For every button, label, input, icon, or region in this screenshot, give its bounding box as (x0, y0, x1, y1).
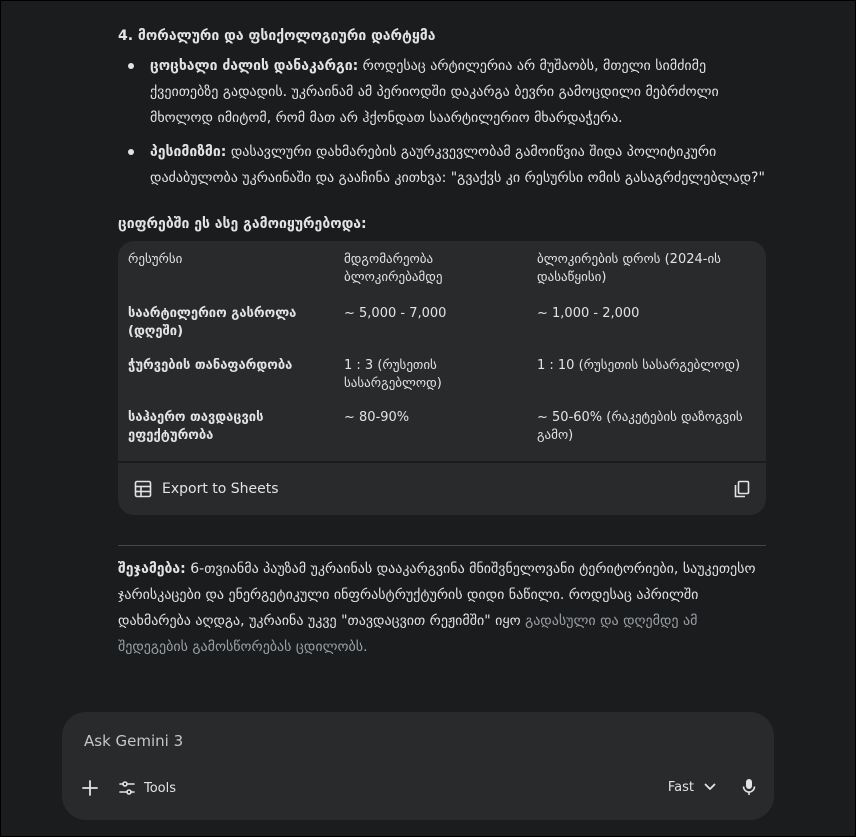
section-heading: 4. მორალური და ფსიქოლოგიური დარტყმა (118, 28, 436, 44)
table-footer: Export to Sheets (118, 461, 766, 515)
table-cell: ~ 5,000 - 7,000 (344, 306, 447, 321)
data-table: რესურსი მდგომარეობა ბლოკირებამდე ბლოკირე… (118, 245, 766, 457)
row-header-cell: საჰაერო თავდაცვის ეფექტურობა (128, 410, 264, 443)
prompt-input[interactable]: Ask Gemini 3 (84, 732, 183, 750)
export-label: Export to Sheets (162, 481, 279, 497)
list-item: ცოცხალი ძალის დანაკარგი: როდესაც არტილერ… (118, 53, 766, 131)
table-header-row: რესურსი მდგომარეობა ბლოკირებამდე ბლოკირე… (118, 245, 766, 301)
table-cell: 1 : 3 (რუსეთის სასარგებლოდ) (344, 358, 442, 391)
table-row: საჰაერო თავდაცვის ეფექტურობა ~ 80-90% ~ … (118, 405, 766, 457)
mode-label: Fast (667, 779, 694, 795)
sheets-table-icon (134, 480, 152, 498)
table-row: ჭურვების თანაფარდობა 1 : 3 (რუსეთის სასა… (118, 353, 766, 405)
composer-left-controls: Tools (80, 778, 176, 798)
export-to-sheets-button[interactable]: Export to Sheets (134, 480, 279, 498)
copy-table-button[interactable] (734, 480, 750, 498)
summary-paragraph: შეჯამება: 6-თვიანმა პაუზამ უკრაინას დააკ… (118, 556, 766, 660)
column-header: ბლოკირების დროს (2024-ის დასაწყისი) (537, 252, 721, 285)
list-item: პესიმიზმი: დასავლური დახმარების გაურკვევ… (118, 139, 766, 191)
bullet-list: ცოცხალი ძალის დანაკარგი: როდესაც არტილერ… (118, 53, 766, 191)
row-header-cell: საარტილერიო გასროლა (დღეში) (128, 306, 297, 339)
table-cell: 1 : 10 (რუსეთის სასარგებლოდ) (537, 358, 741, 373)
chat-window: 4. მორალური და ფსიქოლოგიური დარტყმა ცოცხ… (0, 0, 856, 837)
add-button[interactable] (80, 778, 100, 798)
column-header: მდგომარეობა ბლოკირებამდე (344, 252, 443, 285)
response-content: 4. მორალური და ფსიქოლოგიური დარტყმა ცოცხ… (118, 25, 766, 660)
row-header-cell: ჭურვების თანაფარდობა (128, 358, 293, 373)
copy-icon (734, 480, 750, 498)
tune-icon (118, 780, 136, 796)
bullet-dot (128, 63, 134, 69)
divider (118, 545, 766, 546)
microphone-icon (742, 778, 756, 796)
bullet-title: ცოცხალი ძალის დანაკარგი: (150, 58, 359, 74)
column-header: რესურსი (128, 252, 183, 267)
bullet-title: პესიმიზმი: (150, 144, 227, 160)
plus-icon (80, 778, 100, 798)
table-cell: ~ 1,000 - 2,000 (537, 306, 640, 321)
table-row: საარტილერიო გასროლა (დღეში) ~ 5,000 - 7,… (118, 301, 766, 353)
tools-label: Tools (144, 780, 177, 796)
bullet-dot (128, 149, 134, 155)
table-cell: ~ 80-90% (344, 410, 410, 425)
bullet-text: დასავლური დახმარების გაურკვევლობამ გამოი… (150, 144, 765, 186)
microphone-button[interactable] (742, 778, 756, 796)
tools-button[interactable]: Tools (118, 780, 176, 796)
chevron-down-icon (704, 783, 716, 791)
prompt-composer: Ask Gemini 3 Tools Fast (62, 712, 774, 820)
summary-title: შეჯამება: (118, 561, 186, 577)
composer-right-controls: Fast (668, 778, 756, 796)
table-cell: ~ 50-60% (რაკეტების დაზოგვის გამო) (537, 410, 743, 443)
table-heading: ციფრებში ეს ასე გამოიყურებოდა: (118, 216, 367, 232)
model-mode-selector[interactable]: Fast (668, 780, 716, 795)
data-table-card: რესურსი მდგომარეობა ბლოკირებამდე ბლოკირე… (118, 241, 766, 515)
